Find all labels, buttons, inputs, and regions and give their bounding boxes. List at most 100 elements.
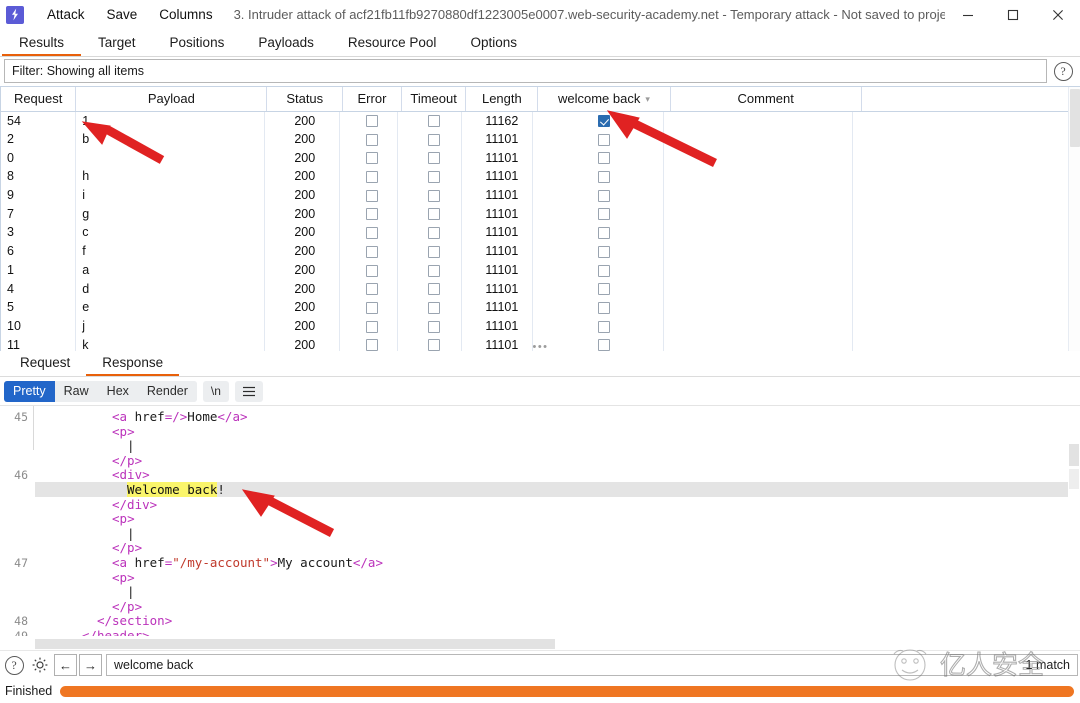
- code-line[interactable]: |: [127, 526, 135, 542]
- cell-error[interactable]: [343, 167, 402, 186]
- cell-grep-match[interactable]: [538, 111, 670, 130]
- table-row[interactable]: 4 d 200 11101: [1, 279, 1069, 298]
- cell-error[interactable]: [343, 130, 402, 149]
- cell-timeout[interactable]: [401, 130, 466, 149]
- column-header-payload[interactable]: Payload: [75, 87, 268, 112]
- code-line[interactable]: </p>: [112, 541, 142, 556]
- hamburger-icon[interactable]: [234, 380, 263, 402]
- response-viewer[interactable]: 45 <a href=/>Home</a> <p> | </p> 46 <div> Welco…: [0, 405, 1080, 650]
- cell-timeout[interactable]: [401, 167, 466, 186]
- cell-timeout[interactable]: [401, 223, 466, 242]
- table-row[interactable]: 11 k 200 11101: [1, 335, 1069, 351]
- search-input[interactable]: welcome back: [106, 654, 1078, 676]
- code-line[interactable]: </div>: [112, 497, 157, 513]
- tab-options[interactable]: Options: [453, 30, 534, 56]
- view-mode-render[interactable]: Render: [137, 380, 197, 402]
- checkbox-unchecked-icon[interactable]: [597, 152, 610, 165]
- cell-timeout[interactable]: [401, 186, 466, 205]
- cell-timeout[interactable]: [401, 204, 466, 223]
- table-row[interactable]: 5 e 200 11101: [1, 298, 1069, 317]
- cell-grep-match[interactable]: [538, 167, 670, 186]
- cell-grep-match[interactable]: [538, 279, 670, 298]
- checkbox-unchecked-icon[interactable]: [597, 301, 610, 314]
- code-line[interactable]: <a href="/my-account">My account</a>: [112, 555, 383, 571]
- results-table[interactable]: Request Payload Status Error Timeout Len…: [1, 87, 1070, 351]
- checkbox-unchecked-icon[interactable]: [427, 152, 440, 165]
- code-line[interactable]: </header>: [82, 628, 150, 636]
- response-scroll-thumb[interactable]: [1069, 444, 1079, 466]
- column-header-error[interactable]: Error: [342, 87, 402, 112]
- view-mode-hex[interactable]: Hex: [97, 380, 138, 402]
- tab-resource-pool[interactable]: Resource Pool: [331, 30, 454, 56]
- checkbox-unchecked-icon[interactable]: [427, 208, 440, 221]
- checkbox-unchecked-icon[interactable]: [365, 283, 378, 296]
- cell-grep-match[interactable]: [538, 204, 670, 223]
- table-row[interactable]: 9 i 200 11101: [1, 186, 1069, 205]
- chevron-down-icon[interactable]: ▾: [645, 94, 650, 105]
- cell-grep-match[interactable]: [538, 130, 670, 149]
- checkbox-unchecked-icon[interactable]: [597, 320, 610, 333]
- checkbox-unchecked-icon[interactable]: [597, 208, 610, 221]
- checkbox-unchecked-icon[interactable]: [427, 283, 440, 296]
- results-vertical-scrollbar[interactable]: [1068, 87, 1080, 351]
- cell-error[interactable]: [343, 261, 402, 280]
- cell-error[interactable]: [343, 111, 402, 130]
- cell-timeout[interactable]: [401, 148, 466, 167]
- cell-error[interactable]: [343, 204, 402, 223]
- checkbox-unchecked-icon[interactable]: [365, 133, 378, 146]
- checkbox-unchecked-icon[interactable]: [365, 152, 378, 165]
- results-table-body[interactable]: 54 1 200 11162 2 b 200 11101 0 200 11101 8 h 200 11101…: [1, 111, 1069, 351]
- checkbox-unchecked-icon[interactable]: [365, 227, 378, 240]
- table-row[interactable]: 6 f 200 11101: [1, 242, 1069, 261]
- column-header-status[interactable]: Status: [266, 87, 344, 112]
- checkbox-unchecked-icon[interactable]: [427, 245, 440, 258]
- code-line[interactable]: <p>: [112, 511, 135, 527]
- response-hscroll-thumb[interactable]: [35, 639, 555, 649]
- cell-grep-match[interactable]: [538, 335, 670, 351]
- cell-timeout[interactable]: [401, 242, 466, 261]
- cell-grep-match[interactable]: [538, 186, 670, 205]
- close-icon[interactable]: [1035, 0, 1080, 30]
- cell-timeout[interactable]: [401, 279, 466, 298]
- checkbox-unchecked-icon[interactable]: [427, 227, 440, 240]
- checkbox-unchecked-icon[interactable]: [427, 339, 440, 351]
- checkbox-unchecked-icon[interactable]: [597, 339, 610, 351]
- cell-grep-match[interactable]: [538, 261, 670, 280]
- menu-attack[interactable]: Attack: [36, 0, 96, 30]
- show-newlines-button[interactable]: \n: [202, 380, 229, 402]
- response-code[interactable]: 45 <a href=/>Home</a> <p> | </p> 46 <div> Welco…: [0, 406, 1068, 636]
- column-header-length[interactable]: Length: [465, 87, 539, 112]
- maximize-icon[interactable]: [990, 0, 1035, 30]
- checkbox-unchecked-icon[interactable]: [365, 264, 378, 277]
- cell-timeout[interactable]: [401, 261, 466, 280]
- checkbox-unchecked-icon[interactable]: [365, 339, 378, 351]
- checkbox-unchecked-icon[interactable]: [597, 264, 610, 277]
- table-row[interactable]: 8 h 200 11101: [1, 167, 1069, 186]
- cell-error[interactable]: [343, 298, 402, 317]
- gear-icon[interactable]: [28, 653, 52, 677]
- table-row[interactable]: 10 j 200 11101: [1, 317, 1069, 336]
- cell-timeout[interactable]: [401, 298, 466, 317]
- table-row[interactable]: 0 200 11101: [1, 148, 1069, 167]
- response-horizontal-scrollbar[interactable]: [35, 638, 1068, 650]
- search-help-button[interactable]: ?: [2, 653, 26, 677]
- filter-help-button[interactable]: ?: [1051, 59, 1075, 83]
- cell-timeout[interactable]: [401, 317, 466, 336]
- checkbox-checked-icon[interactable]: [597, 115, 610, 128]
- checkbox-unchecked-icon[interactable]: [597, 171, 610, 184]
- column-header-request[interactable]: Request: [1, 87, 77, 112]
- cell-grep-match[interactable]: [538, 317, 670, 336]
- tab-response[interactable]: Response: [86, 351, 180, 376]
- checkbox-unchecked-icon[interactable]: [427, 189, 440, 202]
- response-code-scroll[interactable]: 45 <a href=/>Home</a> <p> | </p> 46 <div> Welco…: [0, 406, 1068, 636]
- cell-error[interactable]: [343, 335, 402, 351]
- checkbox-unchecked-icon[interactable]: [427, 320, 440, 333]
- cell-error[interactable]: [343, 148, 402, 167]
- cell-error[interactable]: [343, 317, 402, 336]
- arrow-left-icon[interactable]: ←: [54, 654, 77, 676]
- cell-error[interactable]: [343, 223, 402, 242]
- menu-columns[interactable]: Columns: [148, 0, 223, 30]
- view-mode-raw[interactable]: Raw: [54, 380, 98, 402]
- tab-positions[interactable]: Positions: [153, 30, 242, 56]
- cell-timeout[interactable]: [401, 335, 466, 351]
